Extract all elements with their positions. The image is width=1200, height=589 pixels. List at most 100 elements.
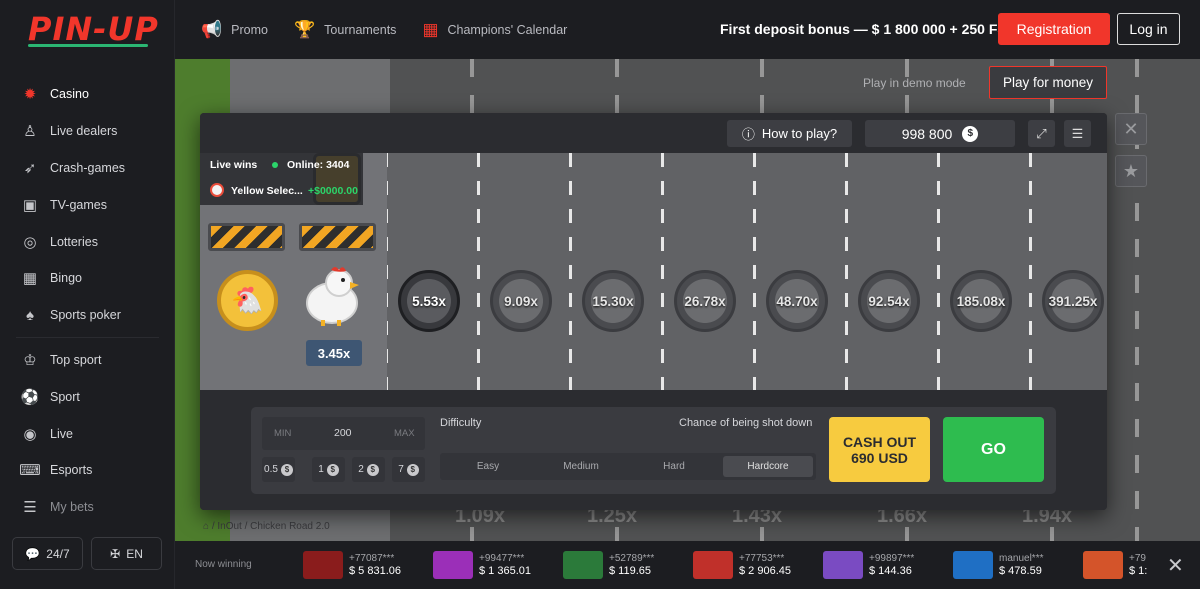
favorite-icon[interactable]: ★ <box>1115 155 1147 187</box>
controls-area: MIN 200 MAX 0.5 $ 1 $ 2 $ 7 $ Difficulty Cha… <box>200 390 1107 510</box>
go-button[interactable]: GO <box>943 417 1044 482</box>
how-to-play-button[interactable]: ⓘ How to play? <box>727 120 852 147</box>
language-label: EN <box>126 546 143 561</box>
quick-bet-value: 7 <box>398 464 404 475</box>
quick-bet-value: 2 <box>358 464 364 475</box>
winner-item[interactable]: +99897*** $ 144.36 <box>823 549 914 581</box>
quick-bet-button[interactable]: 0.5 $ <box>262 457 295 482</box>
winner-item[interactable]: +77087*** $ 5 831.06 <box>303 549 401 581</box>
trophy-icon: 🏆 <box>294 19 316 39</box>
difficulty-medium[interactable]: Medium <box>536 456 626 477</box>
support-button[interactable]: 💬 24/7 <box>12 537 83 570</box>
nav-tournaments-label: Tournaments <box>324 22 397 37</box>
multiplier-cell: 9.09x <box>490 270 552 332</box>
sidebar-footer: 💬 24/7 ✠ EN <box>12 537 162 570</box>
difficulty-hardcore[interactable]: Hardcore <box>723 456 813 477</box>
fullscreen-icon[interactable]: ⤢ <box>1028 120 1055 147</box>
nav-promo[interactable]: 📢 Promo <box>201 20 268 40</box>
winner-user: +77087*** <box>349 553 395 564</box>
sidebar-item-label: Top sport <box>50 352 102 367</box>
online-dot-icon <box>272 162 278 168</box>
sidebar-item-label: Live <box>50 426 73 441</box>
winner-amount: $ 5 831.06 <box>349 565 401 577</box>
sidebar-item-top-sport[interactable]: ♔ Top sport <box>0 342 175 379</box>
winner-item[interactable]: +99477*** $ 1 365.01 <box>433 549 531 581</box>
trophy-icon: ♔ <box>23 351 37 369</box>
dollar-coin-icon: $ <box>406 463 419 476</box>
sidebar-item-sports-poker[interactable]: ♠ Sports poker <box>0 297 175 334</box>
nav-champions-calendar[interactable]: ▦ Champions' Calendar <box>422 20 567 40</box>
sidebar-item-esports[interactable]: ⌨ Esports <box>0 452 175 489</box>
game-thumbnail <box>953 551 993 579</box>
play-demo-link[interactable]: Play in demo mode <box>863 76 966 90</box>
road-barrier <box>299 223 376 251</box>
sidebar-nav: ✹ Casino ♙ Live dealers ➶ Crash-games ▣ TV-g… <box>0 76 175 526</box>
quick-bet-button[interactable]: 7 $ <box>392 457 425 482</box>
sidebar-item-label: Bingo <box>50 271 82 286</box>
close-icon[interactable]: ✕ <box>1115 113 1147 145</box>
logo-underline <box>28 44 148 47</box>
sidebar-item-crash-games[interactable]: ➶ Crash-games <box>0 150 175 187</box>
user-avatar <box>210 183 224 197</box>
pin-up-logo[interactable]: PIN-UP <box>28 10 159 48</box>
bet-amount-input[interactable]: 200 <box>334 427 352 439</box>
quick-bet-button[interactable]: 1 $ <box>312 457 345 482</box>
registration-button[interactable]: Registration <box>998 13 1110 45</box>
breadcrumb-text[interactable]: InOut / Chicken Road 2.0 <box>217 521 329 532</box>
difficulty-easy[interactable]: Easy <box>443 456 533 477</box>
sidebar-item-bingo[interactable]: ▦ Bingo <box>0 260 175 297</box>
info-icon: ⓘ <box>741 127 755 142</box>
game-thumbnail <box>563 551 603 579</box>
dollar-coin-icon: $ <box>326 463 339 476</box>
cash-out-button[interactable]: CASH OUT 690 USD <box>829 417 930 482</box>
sidebar-item-label: Live dealers <box>50 124 118 139</box>
road-barrier <box>208 223 285 251</box>
nav-calendar-label: Champions' Calendar <box>447 22 568 37</box>
sidebar-item-casino[interactable]: ✹ Casino <box>0 76 175 113</box>
close-icon[interactable]: ✕ <box>1167 553 1184 578</box>
winner-item[interactable]: +52789*** $ 119.65 <box>563 549 654 581</box>
difficulty-hard[interactable]: Hard <box>629 456 719 477</box>
language-button[interactable]: ✠ EN <box>91 537 162 570</box>
cash-out-label: CASH OUT <box>842 433 917 450</box>
balance-value: 998 800 <box>901 125 953 142</box>
live-wins-panel: Live wins Online: 3404 Yellow Selec... +… <box>200 153 363 205</box>
login-button[interactable]: Log in <box>1117 13 1180 45</box>
live-wins-label: Live wins <box>210 159 258 171</box>
winner-item[interactable]: manuel*** $ 478.59 <box>953 549 1043 581</box>
gamepad-icon: ⌨ <box>19 462 41 480</box>
lane-marking <box>569 153 572 390</box>
sidebar-item-my-bets[interactable]: ☰ My bets <box>0 489 175 526</box>
game-thumbnail <box>303 551 343 579</box>
sidebar-item-sport[interactable]: ⚽ Sport <box>0 378 175 415</box>
current-multiplier: 3.45x <box>306 340 362 366</box>
sidebar-item-live[interactable]: ◉ Live <box>0 415 175 452</box>
calendar-icon: ▦ <box>422 19 439 39</box>
sidebar-item-tv-games[interactable]: ▣ TV-games <box>0 186 175 223</box>
sidebar-item-lotteries[interactable]: ◎ Lotteries <box>0 223 175 260</box>
bet-min-button[interactable]: MIN <box>274 428 291 439</box>
lane-marking <box>477 153 480 390</box>
bonus-text: First deposit bonus — $ 1 800 000 + 250 … <box>720 21 1007 37</box>
play-for-money-button[interactable]: Play for money <box>989 66 1107 99</box>
sidebar-item-label: Esports <box>50 463 93 478</box>
top-bar: 📢 Promo 🏆 Tournaments ▦ Champions' Calendar… <box>175 0 1200 59</box>
winner-item[interactable]: +79 $ 1: <box>1083 549 1147 581</box>
multiplier-cell[interactable]: 5.53x <box>398 270 460 332</box>
multiplier-cell: 48.70x <box>766 270 828 332</box>
live-win-user: Yellow Selec... <box>231 185 303 197</box>
multiplier-cell: 391.25x <box>1042 270 1104 332</box>
multiplier-cell: 15.30x <box>582 270 644 332</box>
winner-amount: $ 144.36 <box>869 565 912 577</box>
bet-max-button[interactable]: MAX <box>394 428 415 439</box>
sidebar-item-live-dealers[interactable]: ♙ Live dealers <box>0 113 175 150</box>
winner-user: +52789*** <box>609 553 655 564</box>
winner-item[interactable]: +77753*** $ 2 906.45 <box>693 549 791 581</box>
game-window: ⓘ How to play? 998 800 $ ⤢ ☰ Live wins Onl… <box>200 113 1107 510</box>
lane-marking <box>845 153 848 390</box>
quick-bet-value: 0.5 <box>264 464 278 475</box>
nav-tournaments[interactable]: 🏆 Tournaments <box>294 20 396 40</box>
menu-icon[interactable]: ☰ <box>1064 120 1091 147</box>
sidebar-item-label: Crash-games <box>50 160 126 175</box>
quick-bet-button[interactable]: 2 $ <box>352 457 385 482</box>
